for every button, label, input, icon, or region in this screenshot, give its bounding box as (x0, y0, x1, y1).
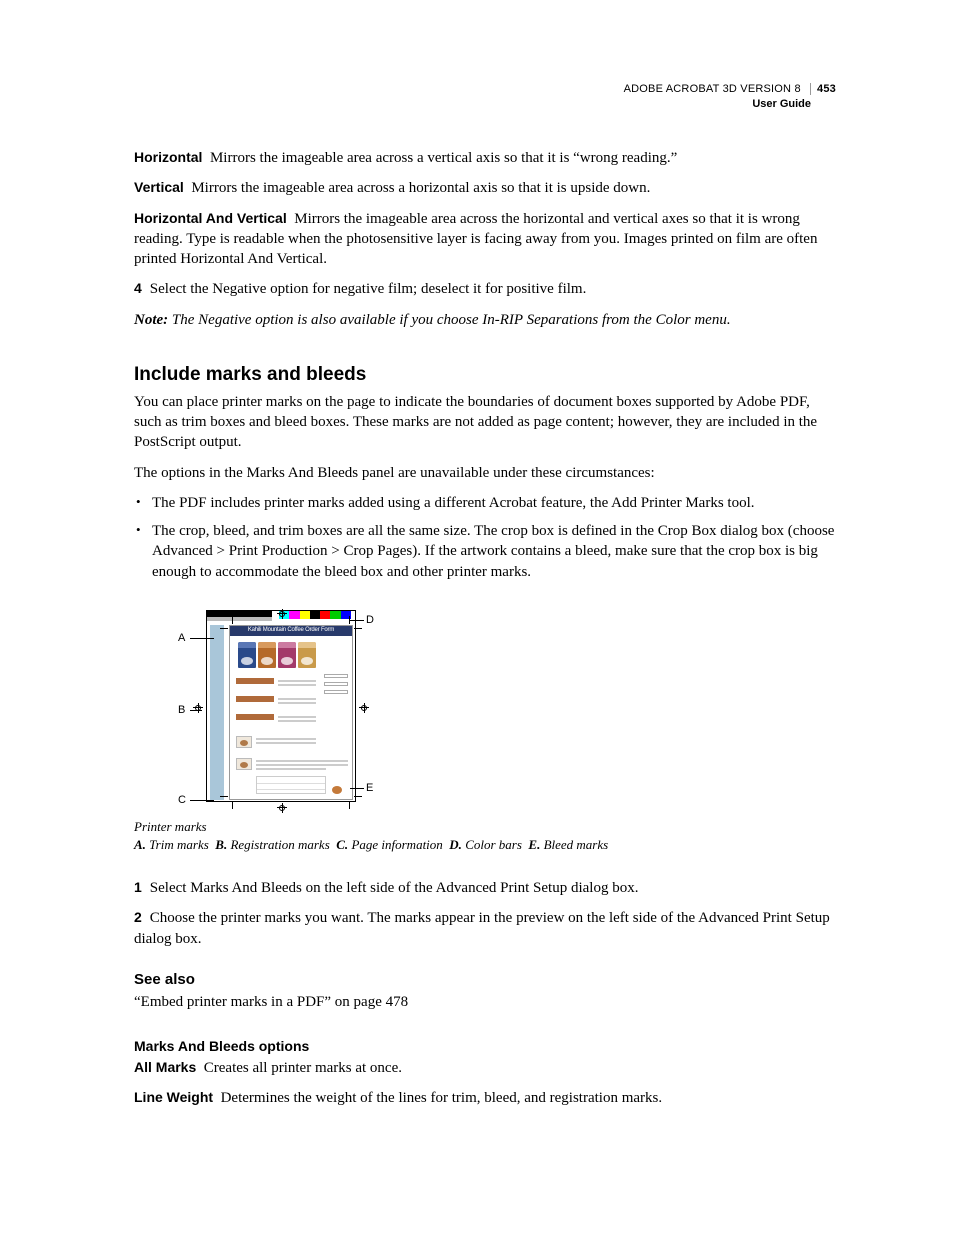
cap-D: Color bars (465, 837, 522, 852)
cap-E: Bleed marks (544, 837, 609, 852)
step-1-number: 1 (134, 879, 142, 895)
annot-A: A (178, 632, 185, 644)
def-horizontal: Horizontal Mirrors the imageable area ac… (134, 148, 836, 168)
def-lineweight: Line Weight Determines the weight of the… (134, 1088, 836, 1108)
def-hv: Horizontal And Vertical Mirrors the imag… (134, 209, 836, 270)
term-hv: Horizontal And Vertical (134, 210, 287, 226)
section-heading: Include marks and bleeds (134, 364, 836, 386)
page-number: 453 (810, 83, 836, 95)
bullet-2: The crop, bleed, and trim boxes are all … (148, 521, 836, 582)
figure: Kahili Mountain Coffee Order Form (178, 610, 836, 810)
annot-B: B (178, 704, 185, 716)
step-1: 1 Select Marks And Bleeds on the left sid… (134, 878, 836, 898)
bullet-list: The PDF includes printer marks added usi… (134, 493, 836, 582)
step-4: 4 Select the Negative option for negative… (134, 279, 836, 299)
section-p2: The options in the Marks And Bleeds pane… (134, 463, 836, 483)
annot-E: E (366, 782, 373, 794)
annot-C: C (178, 794, 186, 806)
cap-B: Registration marks (230, 837, 329, 852)
section-p1: You can place printer marks on the page … (134, 392, 836, 453)
note: Note: The Negative option is also availa… (134, 310, 836, 330)
term-horizontal: Horizontal (134, 149, 202, 165)
def-allmarks: All Marks Creates all printer marks at o… (134, 1058, 836, 1078)
cap-A: Trim marks (149, 837, 209, 852)
step-2-number: 2 (134, 909, 142, 925)
step-2: 2Choose the printer marks you want. The … (134, 908, 836, 949)
term-vertical: Vertical (134, 179, 184, 195)
def-vertical: Vertical Mirrors the imageable area acro… (134, 178, 836, 198)
term-lineweight: Line Weight (134, 1089, 213, 1105)
see-also-link: “Embed printer marks in a PDF” on page 4… (134, 992, 836, 1012)
def-horizontal-text: Mirrors the imageable area across a vert… (210, 150, 677, 166)
bullet-1: The PDF includes printer marks added usi… (148, 493, 836, 513)
annot-D: D (366, 614, 374, 626)
def-lineweight-text: Determines the weight of the lines for t… (221, 1090, 663, 1106)
options-heading: Marks And Bleeds options (134, 1038, 836, 1054)
header-product: ADOBE ACROBAT 3D VERSION 8 (624, 83, 801, 95)
figure-caption-title: Printer marks (134, 818, 836, 836)
term-allmarks: All Marks (134, 1059, 196, 1075)
step-4-text: Select the Negative option for negative … (150, 281, 587, 297)
figure-inner-title: Kahili Mountain Coffee Order Form (230, 626, 352, 634)
def-vertical-text: Mirrors the imageable area across a hori… (191, 180, 650, 196)
content: Horizontal Mirrors the imageable area ac… (134, 82, 836, 1109)
step-1-text: Select Marks And Bleeds on the left side… (150, 880, 639, 896)
page: ADOBE ACROBAT 3D VERSION 8 453 User Guid… (0, 0, 954, 1235)
figure-image: Kahili Mountain Coffee Order Form (178, 610, 378, 810)
def-allmarks-text: Creates all printer marks at once. (204, 1060, 402, 1076)
step-2-text: Choose the printer marks you want. The m… (134, 910, 830, 946)
note-label: Note: (134, 312, 168, 328)
step-4-number: 4 (134, 280, 142, 296)
note-text: The Negative option is also available if… (172, 312, 731, 328)
cap-C: Page information (351, 837, 442, 852)
figure-caption: Printer marks A. Trim marks B. Registrat… (134, 818, 836, 854)
header-guide: User Guide (624, 97, 836, 112)
page-header: ADOBE ACROBAT 3D VERSION 8 453 User Guid… (624, 82, 836, 112)
see-also-heading: See also (134, 971, 836, 988)
